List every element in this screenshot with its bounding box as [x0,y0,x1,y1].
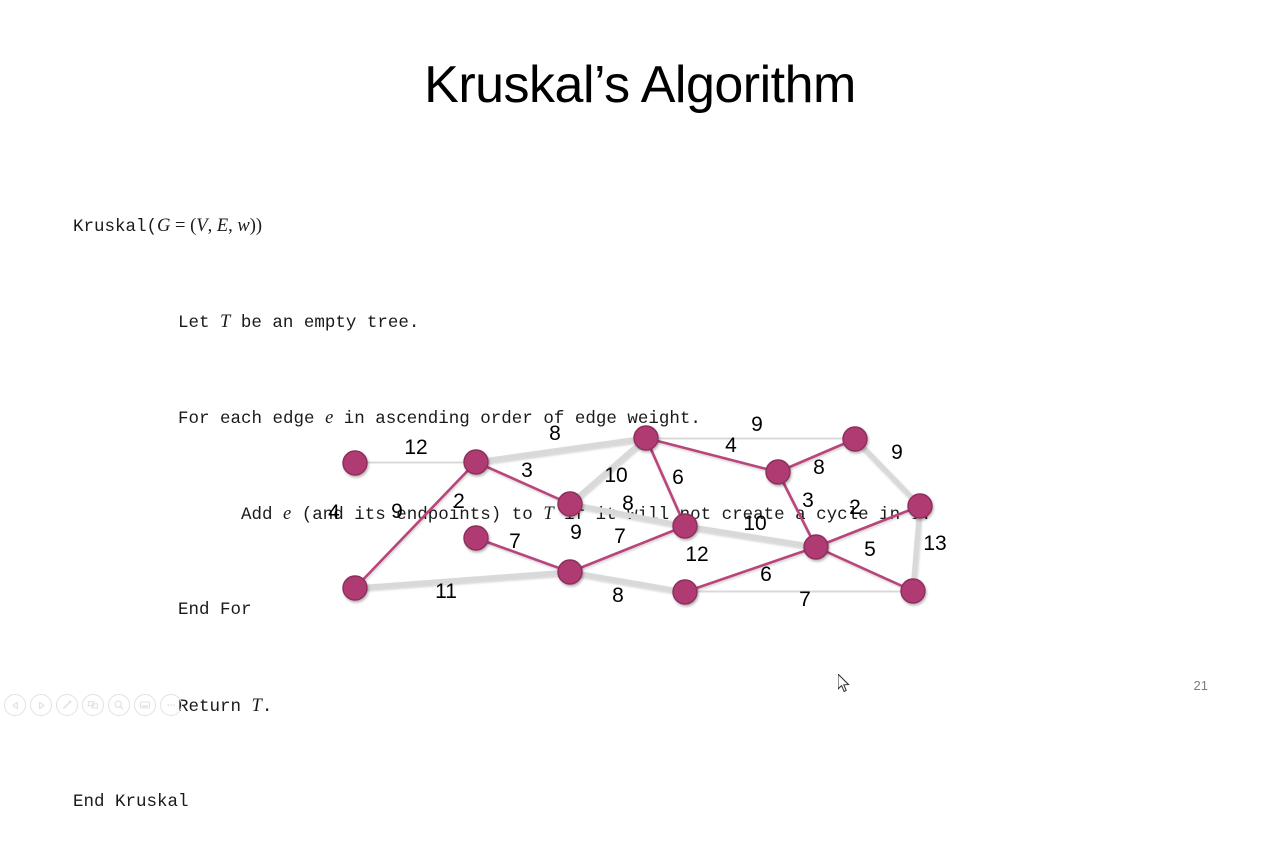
pen-button[interactable] [56,694,78,716]
screen-icon [140,701,150,709]
pseudocode-line-7: End Kruskal [73,792,189,812]
triangle-left-icon [11,701,18,709]
slide-canvas: Kruskal’s Algorithm Kruskal(G = (V, E, w… [0,0,1280,812]
previous-slide-button[interactable] [4,694,26,716]
triangle-right-icon [38,701,45,709]
pseudocode-line-6: Return T. [178,696,273,717]
presentation-toolbar[interactable] [4,694,182,716]
page-title: Kruskal’s Algorithm [424,56,856,114]
mouse-cursor [838,674,850,693]
blank-screen-button[interactable] [134,694,156,716]
magnifier-icon [114,700,124,710]
next-slide-button[interactable] [30,694,52,716]
pseudocode-line-1: Kruskal(G = (V, E, w)) [73,216,263,237]
zoom-button[interactable] [108,694,130,716]
ellipsis-icon [167,704,175,706]
pseudocode-line-2: Let T be an empty tree. [178,312,420,333]
pseudocode-line-4: Add e (and its endpoints) to T if it wil… [241,504,932,525]
slide-overview-button[interactable] [82,694,104,716]
pseudocode-line-3: For each edge e in ascending order of ed… [178,408,701,429]
more-options-button[interactable] [160,694,182,716]
pen-icon [62,700,72,710]
pseudocode-block: Kruskal(G = (V, E, w)) Let T be an empty… [73,166,1193,862]
grid-slides-icon [87,701,98,709]
slide-page-number: 21 [1193,678,1208,693]
pseudocode-line-5: End For [178,600,252,620]
